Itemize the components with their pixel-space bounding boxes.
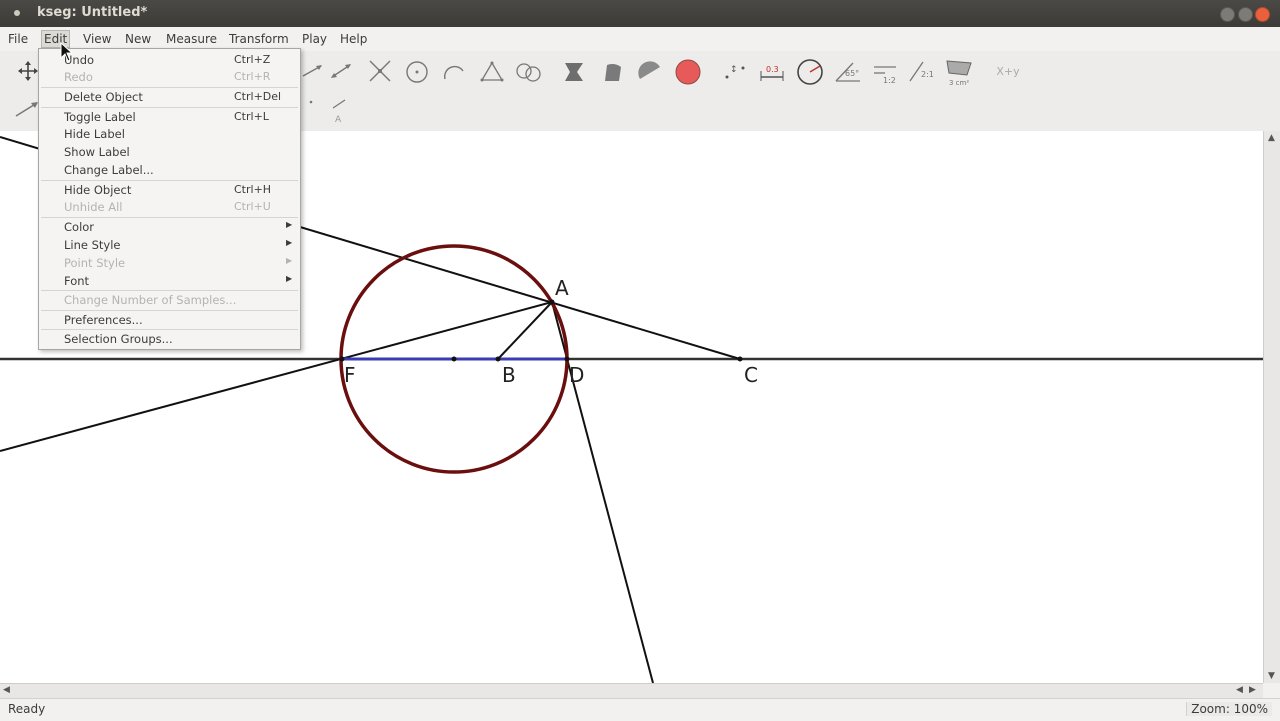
minimize-icon[interactable] [1220, 7, 1235, 22]
menu-transform[interactable]: Transform [229, 32, 289, 46]
menu-item-color[interactable]: Color ▶ [39, 218, 300, 236]
vertical-scrollbar[interactable]: ▲ ▼ [1263, 131, 1280, 683]
scroll-left-icon[interactable]: ◀ [3, 685, 10, 695]
point-a[interactable] [549, 299, 555, 305]
menu-item-selection-groups[interactable]: Selection Groups... [39, 330, 300, 348]
submenu-arrow-icon: ▶ [286, 274, 293, 283]
menu-item-hide-label[interactable]: Hide Label [39, 125, 300, 143]
measure-angle-icon[interactable]: 65° [832, 58, 864, 86]
scroll-left-end-icon[interactable]: ◀ [1236, 685, 1243, 695]
svg-text:65°: 65° [845, 69, 859, 78]
svg-text:↕: ↕ [730, 65, 738, 75]
calculate-icon[interactable]: X+y [992, 61, 1024, 81]
circle-icon[interactable] [403, 58, 431, 86]
menu-item-redo: Redo Ctrl+R [64, 70, 271, 84]
point-label-a[interactable]: A [555, 276, 569, 300]
measure-distance-icon[interactable]: ↕ [720, 58, 750, 86]
submenu-arrow-icon: ▶ [286, 238, 293, 247]
menu-item-point-style: Point Style ▶ [64, 256, 293, 270]
menu-item-undo[interactable]: Undo Ctrl+Z [39, 51, 300, 69]
svg-text:0.3: 0.3 [766, 65, 779, 74]
menu-item-show-label[interactable]: Show Label [39, 143, 300, 161]
menu-file[interactable]: File [8, 32, 28, 46]
status-bar: Ready Zoom: 100% [0, 698, 1280, 721]
point-d[interactable] [564, 356, 570, 362]
menu-help[interactable]: Help [340, 32, 367, 46]
horizontal-scrollbar[interactable]: ◀ ◀ ▶ [0, 683, 1263, 698]
zoom-level: Zoom: 100% [1186, 702, 1272, 716]
measure-ratio-icon[interactable]: 1:2 [870, 58, 900, 86]
arc-icon[interactable] [440, 58, 468, 86]
arc-segment-icon[interactable] [636, 58, 664, 86]
menu-item-delete-object[interactable]: Delete Object Ctrl+Del [39, 88, 300, 106]
circle-center-point[interactable] [451, 356, 457, 362]
filled-circle-icon[interactable] [673, 57, 703, 87]
intersection-icon[interactable] [366, 57, 394, 85]
close-icon[interactable] [1255, 7, 1270, 22]
submenu-arrow-icon: ▶ [286, 220, 293, 229]
maximize-icon[interactable] [1238, 7, 1253, 22]
submenu-arrow-icon: ▶ [286, 256, 293, 265]
point-b[interactable] [495, 356, 501, 362]
move-icon[interactable] [16, 59, 40, 83]
menu-item-hide-object[interactable]: Hide Object Ctrl+H [39, 181, 300, 199]
point-label-f[interactable]: F [344, 363, 356, 387]
svg-text:A: A [335, 115, 342, 124]
point-label-c[interactable]: C [744, 363, 758, 387]
svg-text:1:2: 1:2 [883, 76, 896, 85]
measure-area-icon[interactable]: 3 cm² [942, 56, 976, 88]
mouse-cursor-icon [60, 42, 74, 62]
menu-item-change-label[interactable]: Change Label... [39, 161, 300, 179]
point-f[interactable] [339, 356, 345, 362]
measure-radius-icon[interactable] [794, 56, 826, 88]
point-c[interactable] [737, 356, 743, 362]
triangle-icon[interactable] [478, 58, 506, 86]
measure-length-icon[interactable]: 0.3 [757, 58, 787, 86]
svg-text:3 cm²: 3 cm² [949, 79, 969, 87]
point-label-b[interactable]: B [502, 363, 516, 387]
line-icon[interactable] [328, 59, 354, 83]
segment-a-b[interactable] [497, 301, 553, 360]
ray-icon[interactable] [300, 59, 324, 83]
measure-slope-icon[interactable]: 2:1 [906, 58, 938, 86]
menu-item-toggle-label[interactable]: Toggle Label Ctrl+L [39, 108, 300, 126]
menu-view[interactable]: View [83, 32, 111, 46]
menu-item-line-style[interactable]: Line Style ▶ [39, 236, 300, 254]
scroll-right-icon[interactable]: ▶ [1249, 685, 1256, 695]
edit-menu-dropdown: Undo Ctrl+Z Redo Ctrl+R Delete Object Ctrl+… [38, 48, 301, 350]
transform-icon[interactable]: A [300, 95, 348, 125]
menu-item-font[interactable]: Font ▶ [39, 272, 300, 290]
scroll-up-icon[interactable]: ▲ [1268, 133, 1275, 143]
title-bar: kseg: Untitled* [0, 0, 1280, 27]
svg-text:2:1: 2:1 [921, 70, 934, 79]
menu-measure[interactable]: Measure [166, 32, 217, 46]
point-label-d[interactable]: D [569, 363, 584, 387]
circle-by-points-icon[interactable] [513, 58, 543, 86]
menu-item-change-number-of-samples: Change Number of Samples... [64, 293, 237, 307]
window-title: kseg: Untitled* [37, 5, 148, 20]
status-text: Ready [8, 702, 46, 716]
scroll-down-icon[interactable]: ▼ [1268, 671, 1275, 681]
sector-icon[interactable] [598, 58, 626, 86]
menu-play[interactable]: Play [302, 32, 327, 46]
polygon-icon[interactable] [560, 58, 588, 86]
menu-item-preferences[interactable]: Preferences... [39, 311, 300, 329]
menu-new[interactable]: New [125, 32, 151, 46]
menu-item-unhide-all: Unhide All Ctrl+U [64, 200, 271, 214]
app-menu-dot-icon[interactable] [14, 10, 20, 16]
